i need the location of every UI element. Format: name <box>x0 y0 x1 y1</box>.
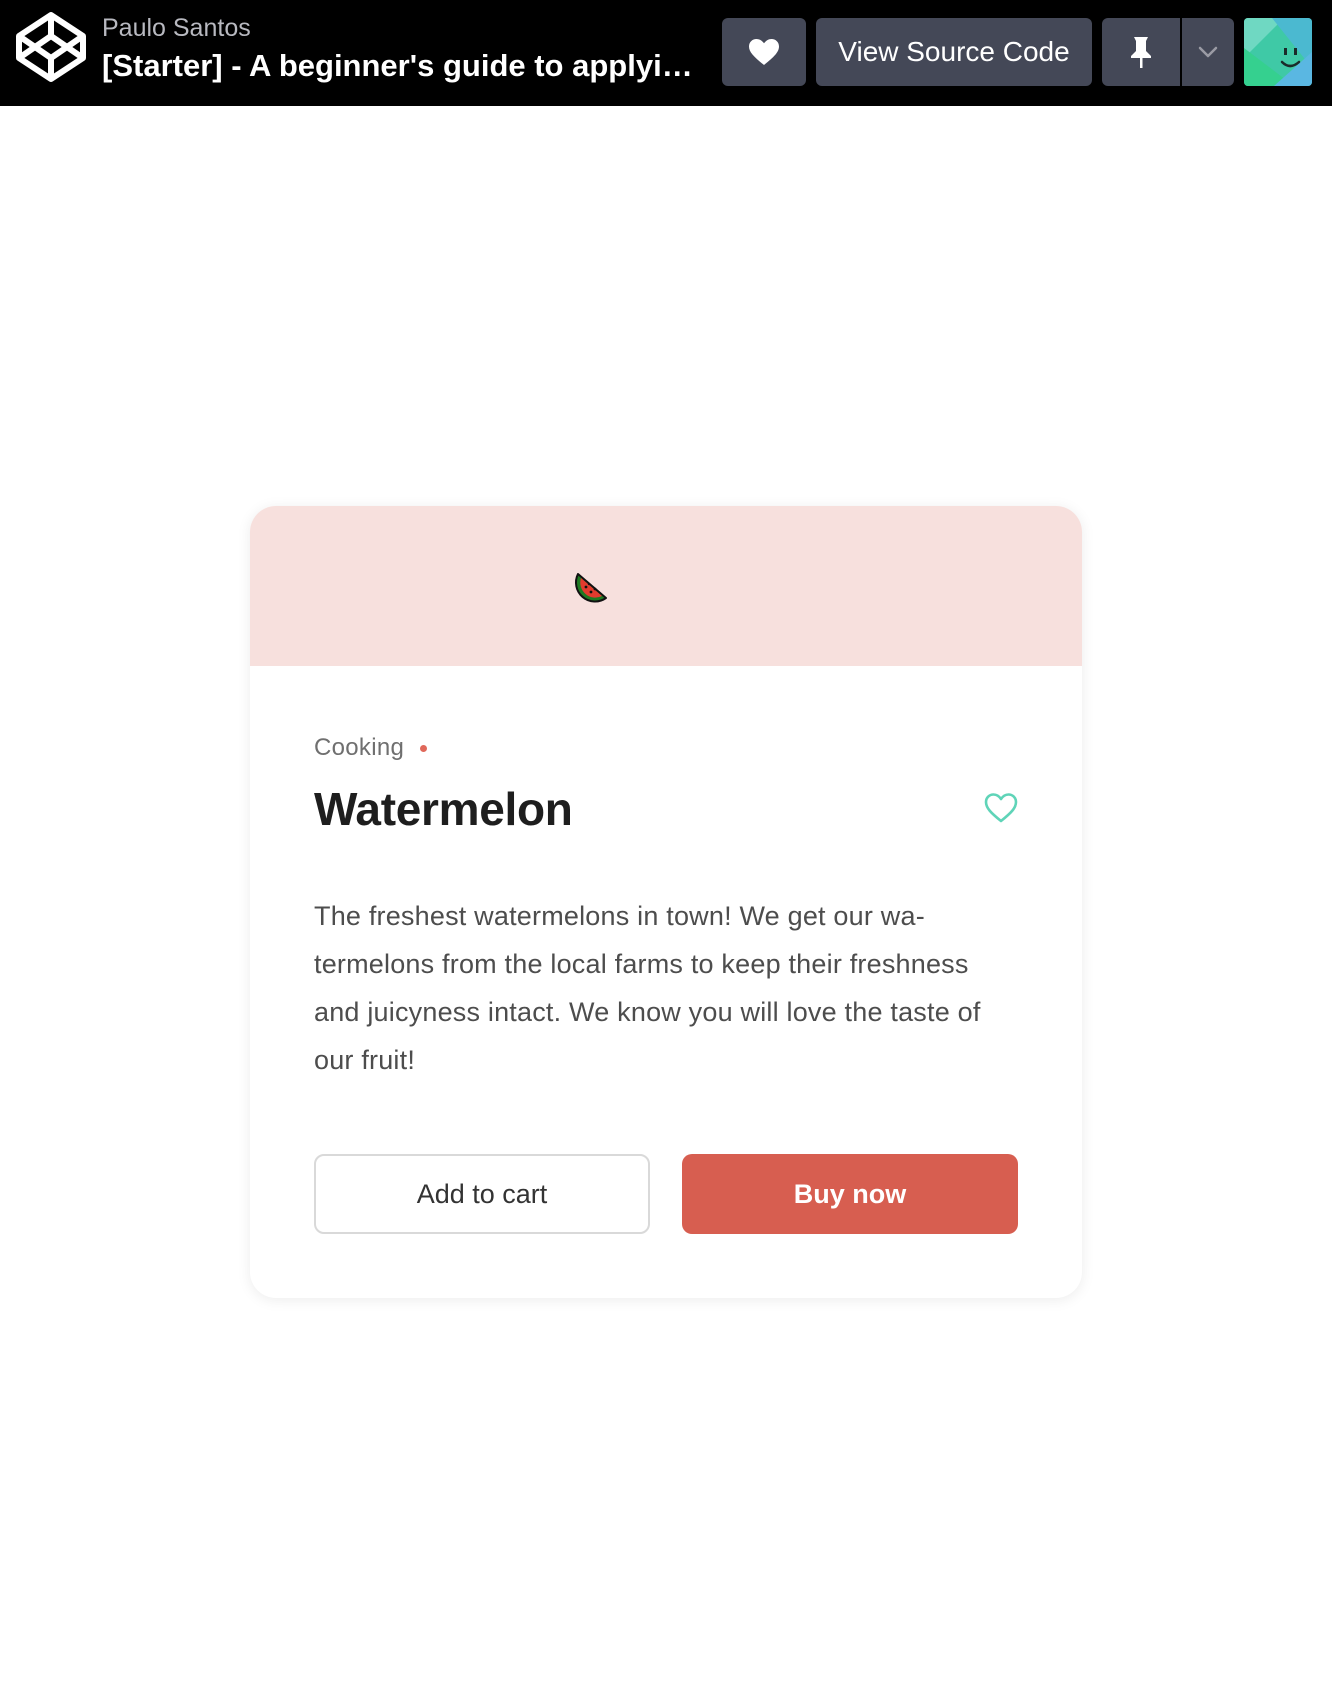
product-description: The freshest watermelons in town! We get… <box>314 901 981 1075</box>
product-name: Watermelon <box>314 783 573 835</box>
avatar-smiley-icon <box>1244 18 1312 86</box>
author-name[interactable]: Paulo Santos <box>102 14 251 43</box>
product-category: Cooking <box>314 734 405 761</box>
add-to-cart-button[interactable]: Add to cart <box>314 1154 650 1234</box>
category-row: Cooking <box>314 734 428 762</box>
buy-now-button[interactable]: Buy now <box>682 1154 1018 1234</box>
pin-icon <box>1131 37 1151 68</box>
codepen-logo-icon[interactable] <box>14 10 88 84</box>
pin-options-button[interactable] <box>1182 18 1234 86</box>
pen-title: [Starter] - A beginner's guide to applyi… <box>102 48 702 83</box>
view-source-button[interactable]: View Source Code <box>816 18 1092 86</box>
chevron-down-icon <box>1198 46 1218 58</box>
user-avatar[interactable] <box>1244 18 1312 86</box>
favorite-heart-icon[interactable] <box>984 792 1018 824</box>
category-dot <box>420 744 428 752</box>
love-button[interactable] <box>722 18 806 86</box>
product-card: Cooking Watermelon The freshest watermel… <box>250 506 1082 1298</box>
watermelon-icon <box>575 573 607 603</box>
card-hero <box>250 506 1082 666</box>
heart-icon <box>749 39 779 65</box>
pin-button[interactable] <box>1102 18 1180 86</box>
top-bar: Paulo Santos [Starter] - A beginner's gu… <box>0 0 1332 106</box>
